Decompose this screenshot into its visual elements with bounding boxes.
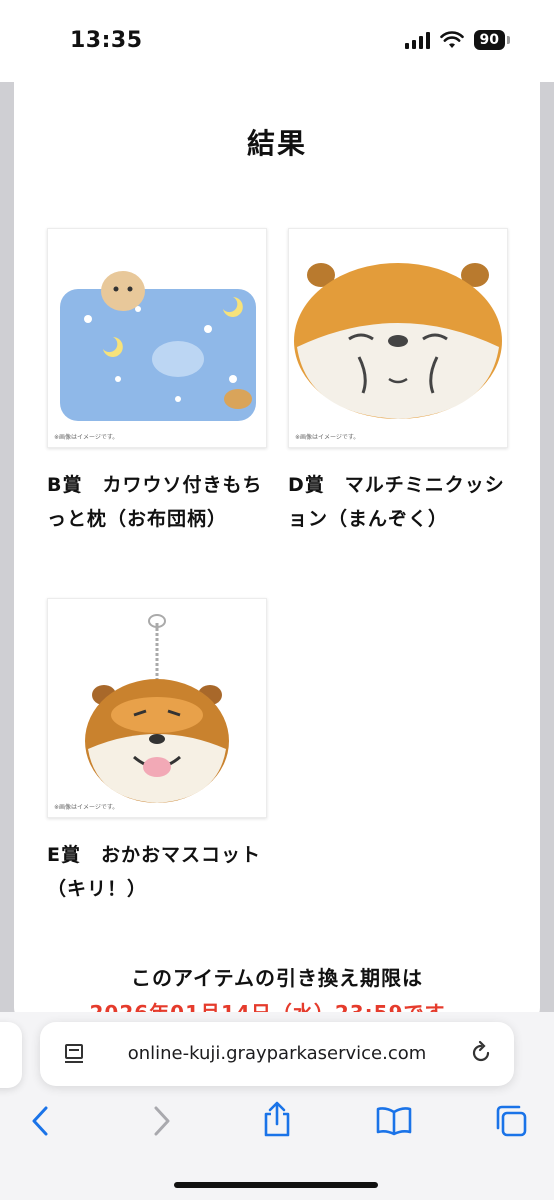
- share-icon[interactable]: [262, 1100, 292, 1138]
- prize-name: D賞 マルチミニクッション（まんぞく）: [288, 474, 505, 530]
- prize-name: B賞 カワウソ付きもちっと枕（お布団柄）: [47, 474, 263, 530]
- battery-icon: 90: [473, 30, 505, 50]
- bookmarks-icon[interactable]: [376, 1106, 412, 1136]
- prize-image-mascot: ※画像はイメージです。: [47, 598, 267, 818]
- deadline-text: このアイテムの引き換え期限は: [131, 966, 423, 990]
- previous-tab-peek[interactable]: [0, 1022, 22, 1088]
- home-indicator: [174, 1182, 378, 1188]
- image-note: ※画像はイメージです。: [54, 434, 119, 441]
- browser-toolbar: online-kuji.grayparkaservice.com: [0, 1012, 554, 1200]
- address-bar[interactable]: online-kuji.grayparkaservice.com: [40, 1022, 514, 1086]
- result-card: 結果 ※画像はイメージです。 B賞 カワウソ付きもちっと枕（お布団柄） ※画像は…: [14, 82, 540, 1022]
- image-note: ※画像はイメージです。: [54, 804, 119, 811]
- reload-icon[interactable]: [468, 1040, 494, 1066]
- prize-name: E賞 おかおマスコット（キリ！）: [47, 844, 261, 900]
- prize-item[interactable]: ※画像はイメージです。 D賞 マルチミニクッション（まんぞく）: [288, 228, 508, 536]
- prize-item[interactable]: ※画像はイメージです。 B賞 カワウソ付きもちっと枕（お布団柄）: [47, 228, 267, 536]
- image-note: ※画像はイメージです。: [295, 434, 360, 441]
- page-title: 結果: [246, 127, 307, 160]
- status-time: 13:35: [70, 28, 143, 53]
- cellular-signal-icon: [404, 31, 430, 49]
- status-icons: 90: [404, 30, 510, 50]
- prize-item[interactable]: ※画像はイメージです。 E賞 おかおマスコット（キリ！）: [47, 598, 267, 906]
- status-bar: 13:35 90: [0, 0, 554, 82]
- tabs-icon[interactable]: [494, 1104, 528, 1138]
- wifi-icon: [439, 31, 464, 48]
- forward-icon[interactable]: [148, 1104, 174, 1138]
- url-text: online-kuji.grayparkaservice.com: [127, 1043, 427, 1064]
- back-icon[interactable]: [28, 1104, 54, 1138]
- prize-image-cushion: ※画像はイメージです。: [288, 228, 508, 448]
- prize-image-pillow: ※画像はイメージです。: [47, 228, 267, 448]
